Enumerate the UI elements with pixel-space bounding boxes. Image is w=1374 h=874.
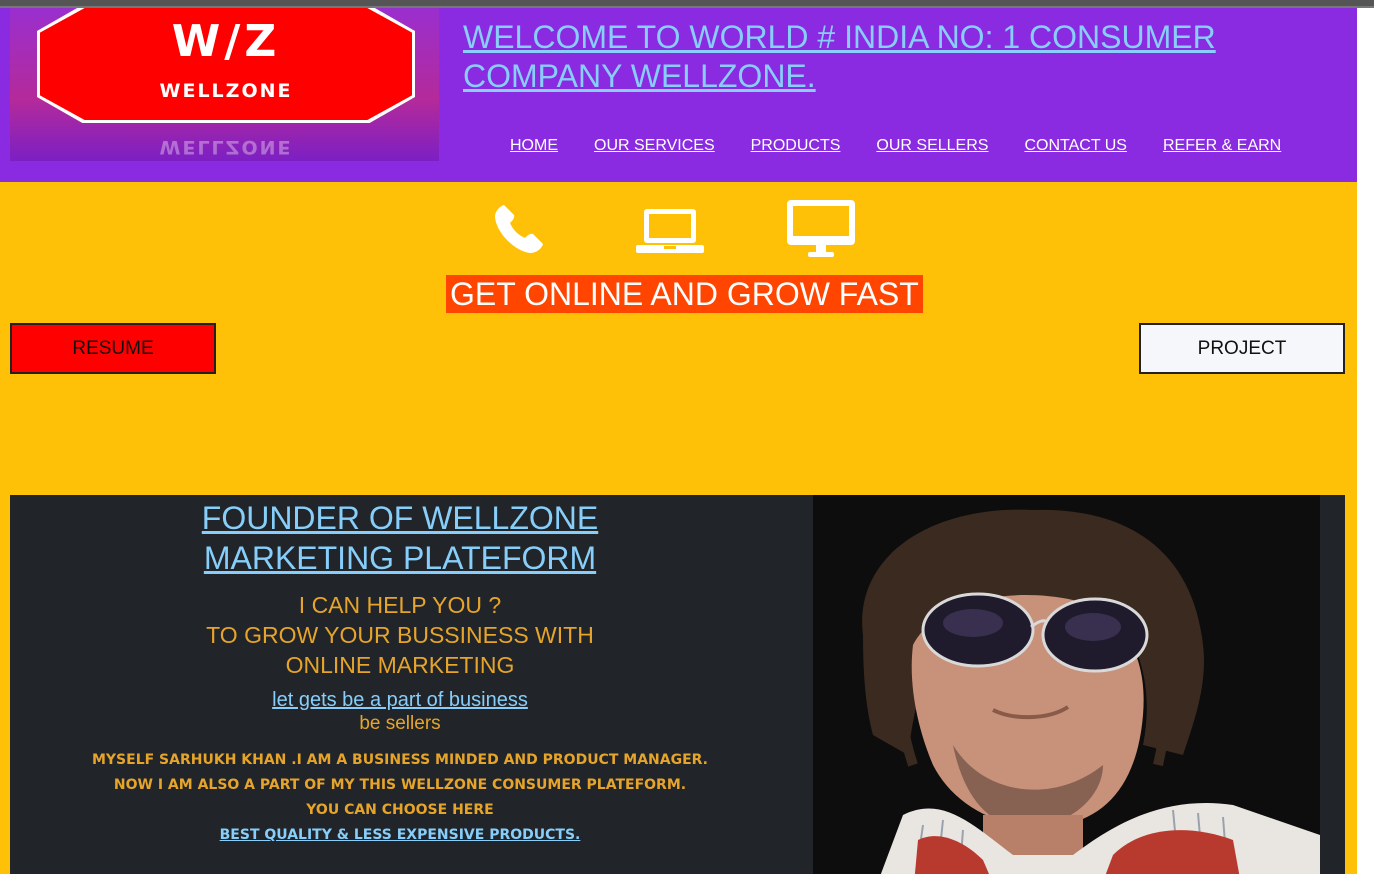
logo-reflection: WELLZONE — [159, 136, 293, 158]
nav-products[interactable]: PRODUCTS — [751, 137, 841, 155]
laptop-icon — [636, 209, 704, 253]
header: W/Z WELLZONE WELLZONE WELCOME TO WORLD #… — [0, 8, 1357, 182]
help-line1: I CAN HELP YOU ? — [298, 592, 502, 618]
help-line2: TO GROW YOUR BUSSINESS WITH — [206, 622, 594, 648]
welcome-heading-link[interactable]: WELCOME TO WORLD # INDIA NO: 1 CONSUMER … — [463, 18, 1323, 96]
part-of-business-link[interactable]: let gets be a part of business — [10, 688, 790, 712]
nav-refer-earn[interactable]: REFER & EARN — [1163, 137, 1281, 155]
founder-text-block: FOUNDER OF WELLZONE MARKETING PLATEFORM … — [10, 495, 790, 848]
help-text: I CAN HELP YOU ? TO GROW YOUR BUSSINESS … — [10, 590, 790, 680]
nav-our-services[interactable]: OUR SERVICES — [594, 137, 715, 155]
browser-top-strip — [0, 0, 1374, 8]
desktop-icon — [787, 200, 855, 257]
best-quality-link[interactable]: BEST QUALITY & LESS EXPENSIVE PRODUCTS. — [10, 823, 790, 848]
logo-sub-text: WELLZONE — [159, 80, 293, 102]
main-nav: HOME OUR SERVICES PRODUCTS OUR SELLERS C… — [510, 137, 1317, 155]
logo[interactable]: W/Z WELLZONE WELLZONE — [10, 8, 439, 161]
resume-button[interactable]: RESUME — [10, 323, 216, 374]
bio-line2: NOW I AM ALSO A PART OF MY THIS WELLZONE… — [113, 777, 687, 793]
bio-line1: MYSELF SARHUKH KHAN .I AM A BUSINESS MIN… — [91, 752, 708, 768]
bio-text: MYSELF SARHUKH KHAN .I AM A BUSINESS MIN… — [10, 748, 790, 848]
founder-title-link[interactable]: FOUNDER OF WELLZONE MARKETING PLATEFORM — [202, 498, 598, 578]
phone-icon — [495, 205, 543, 253]
logo-main-text: W/Z — [171, 16, 281, 67]
founder-photo — [813, 495, 1320, 874]
bio-line3: YOU CAN CHOOSE HERE — [306, 802, 494, 818]
be-sellers-text: be sellers — [359, 713, 441, 734]
tagline: GET ONLINE AND GROW FAST — [446, 275, 923, 313]
nav-our-sellers[interactable]: OUR SELLERS — [876, 137, 988, 155]
founder-title-line1: FOUNDER OF WELLZONE — [201, 500, 599, 536]
project-button[interactable]: PROJECT — [1139, 323, 1345, 374]
page: W/Z WELLZONE WELLZONE WELCOME TO WORLD #… — [0, 8, 1357, 874]
nav-home[interactable]: HOME — [510, 137, 558, 155]
founder-section: FOUNDER OF WELLZONE MARKETING PLATEFORM … — [10, 495, 1345, 874]
page-right-gutter — [1357, 8, 1374, 874]
help-line3: ONLINE MARKETING — [285, 652, 515, 678]
founder-title-line2: MARKETING PLATEFORM — [203, 540, 597, 576]
nav-contact-us[interactable]: CONTACT US — [1024, 137, 1127, 155]
